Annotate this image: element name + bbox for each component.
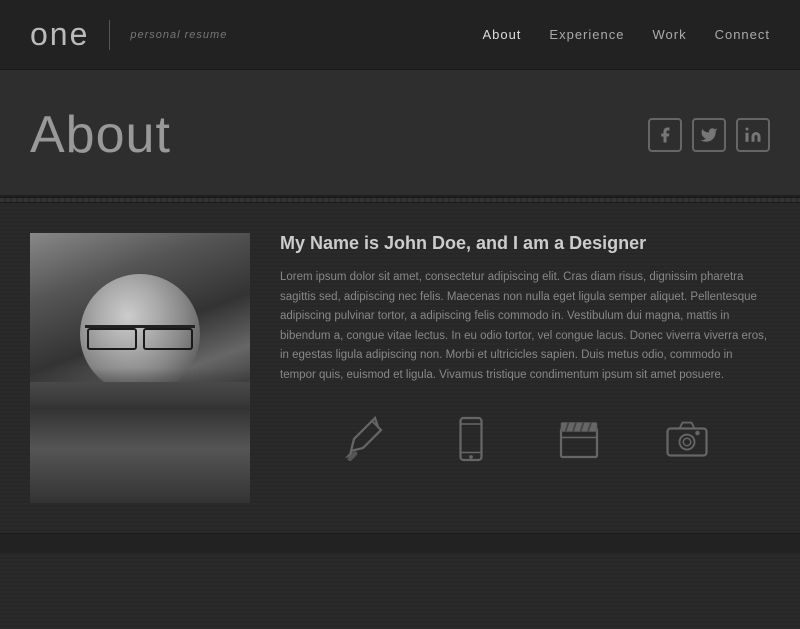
profile-bio: Lorem ipsum dolor sit amet, consectetur … bbox=[280, 268, 770, 385]
facebook-icon[interactable] bbox=[648, 118, 682, 152]
twitter-icon[interactable] bbox=[692, 118, 726, 152]
photo-body bbox=[30, 382, 250, 504]
skill-mobile[interactable] bbox=[447, 415, 495, 463]
social-icons bbox=[648, 118, 770, 152]
logo-area: one personal resume bbox=[30, 16, 227, 53]
content-area: My Name is John Doe, and I am a Designer… bbox=[280, 233, 770, 493]
logo: one bbox=[30, 16, 89, 53]
logo-tagline: personal resume bbox=[130, 29, 227, 41]
header: one personal resume About Experience Wor… bbox=[0, 0, 800, 70]
main-content: My Name is John Doe, and I am a Designer… bbox=[0, 203, 800, 533]
nav-experience[interactable]: Experience bbox=[549, 27, 624, 42]
skill-photo[interactable] bbox=[663, 415, 711, 463]
nav-connect[interactable]: Connect bbox=[715, 27, 770, 42]
photo-glasses bbox=[85, 325, 195, 345]
profile-photo bbox=[30, 233, 250, 503]
footer bbox=[0, 533, 800, 553]
skills-row bbox=[280, 395, 770, 493]
hero-section: About bbox=[0, 70, 800, 197]
skill-design[interactable] bbox=[339, 415, 387, 463]
main-nav: About Experience Work Connect bbox=[482, 27, 770, 42]
photo-bg bbox=[30, 233, 250, 503]
nav-work[interactable]: Work bbox=[652, 27, 686, 42]
profile-heading: My Name is John Doe, and I am a Designer bbox=[280, 233, 770, 254]
skill-video[interactable] bbox=[555, 415, 603, 463]
logo-divider bbox=[109, 20, 110, 50]
page-title: About bbox=[30, 105, 171, 165]
nav-about[interactable]: About bbox=[482, 27, 521, 42]
linkedin-icon[interactable] bbox=[736, 118, 770, 152]
